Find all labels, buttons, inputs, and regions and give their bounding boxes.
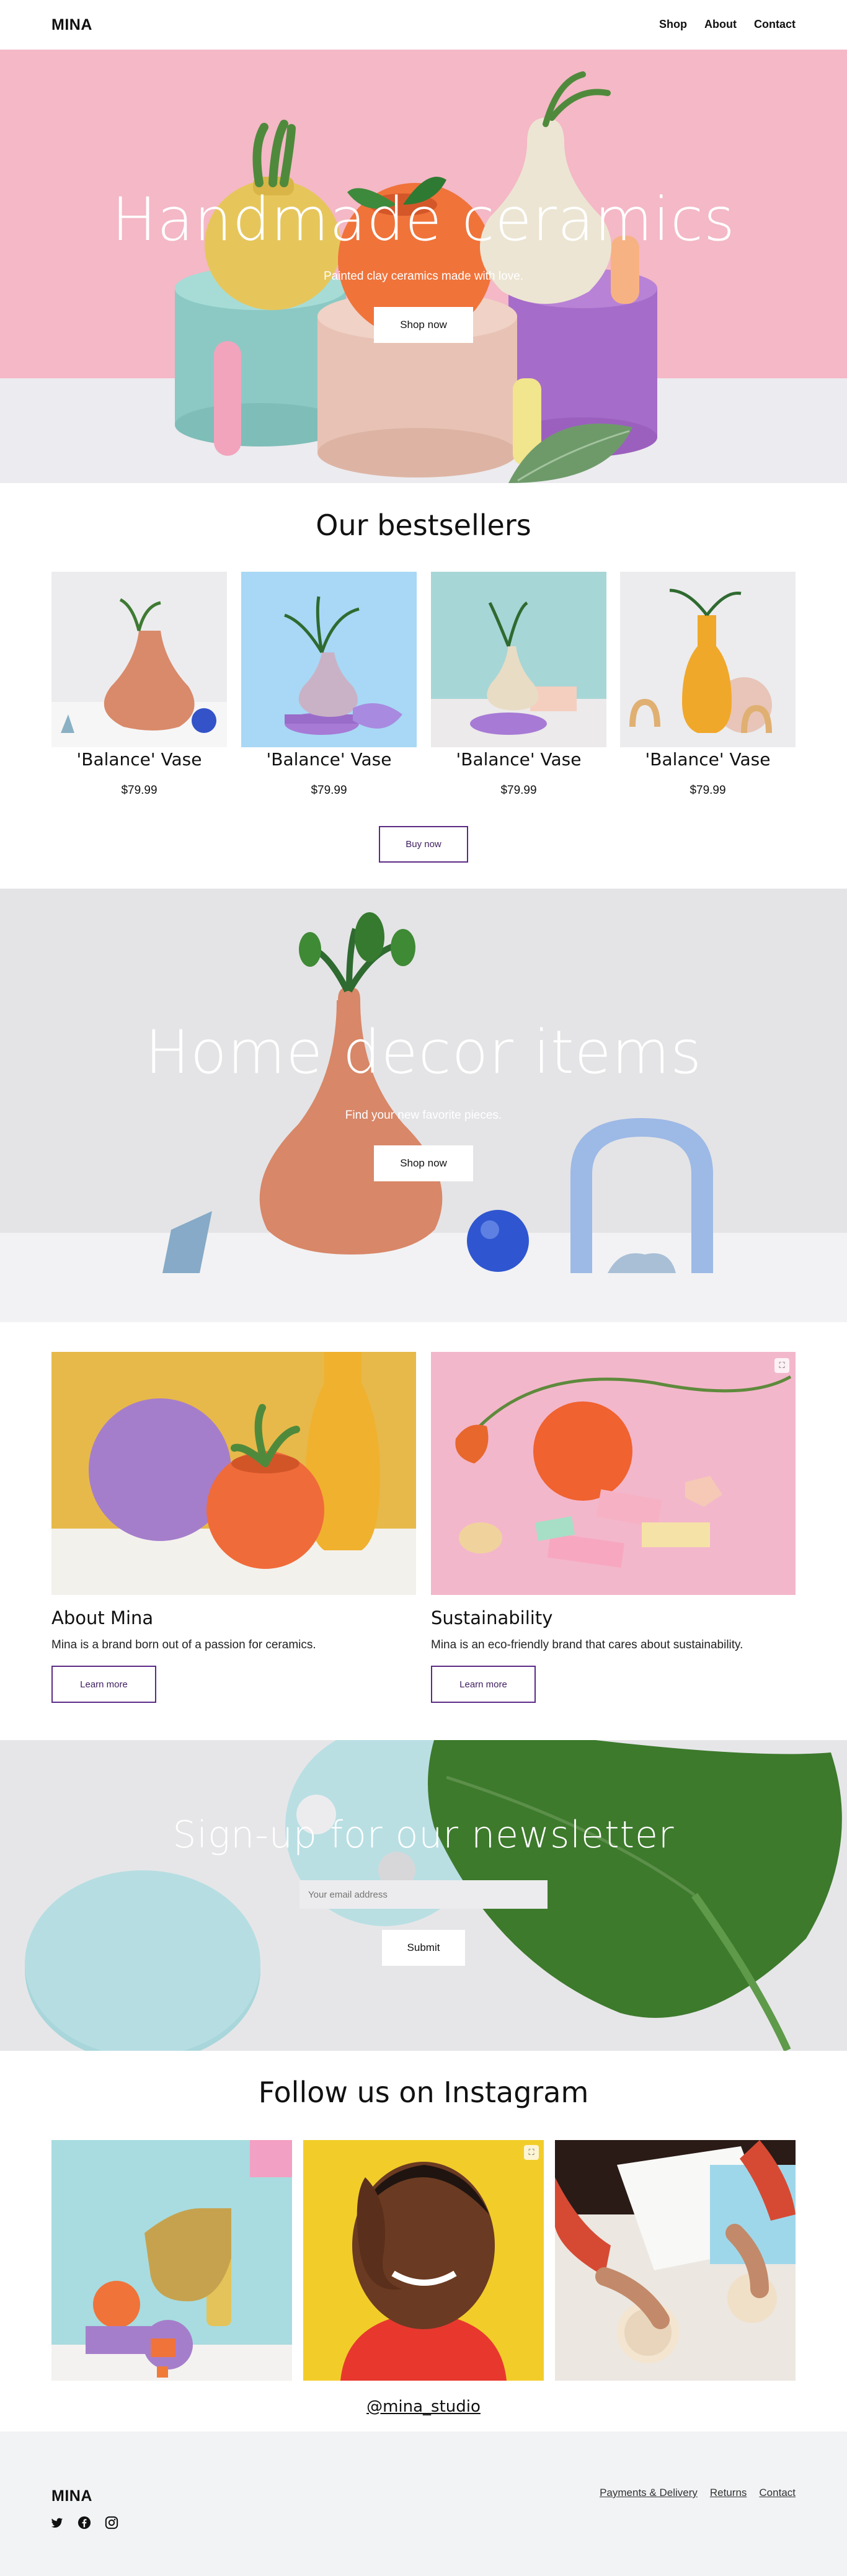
- footer-brand[interactable]: MINA: [51, 2487, 92, 2505]
- product-card[interactable]: 'Balance' Vase $79.99: [431, 572, 606, 797]
- site-footer: MINA Payments & Delivery Returns Contact: [0, 2432, 847, 2576]
- expand-icon[interactable]: ⛶: [774, 1358, 789, 1373]
- product-image[interactable]: [620, 572, 796, 747]
- about-text: Mina is a brand born out of a passion fo…: [51, 1638, 316, 1651]
- facebook-icon[interactable]: [78, 2516, 91, 2529]
- decor-image: [0, 912, 847, 1322]
- product-card[interactable]: 'Balance' Vase $79.99: [241, 572, 417, 797]
- main-nav: Shop About Contact: [659, 18, 796, 31]
- about-learn-more-button[interactable]: Learn more: [51, 1666, 156, 1703]
- product-name[interactable]: 'Balance' Vase: [241, 747, 417, 772]
- product-name[interactable]: 'Balance' Vase: [620, 747, 796, 772]
- product-card[interactable]: 'Balance' Vase $79.99: [620, 572, 796, 797]
- sustainability-image: ⛶: [431, 1352, 796, 1595]
- about-image: [51, 1352, 416, 1595]
- about-title: About Mina: [51, 1607, 154, 1628]
- product-price: $79.99: [690, 784, 726, 797]
- product-image[interactable]: [431, 572, 606, 747]
- footer-link-contact[interactable]: Contact: [759, 2487, 796, 2499]
- instagram-post[interactable]: ⛶: [303, 2140, 544, 2381]
- nav-shop[interactable]: Shop: [659, 18, 687, 31]
- twitter-icon[interactable]: [50, 2516, 64, 2529]
- product-name[interactable]: 'Balance' Vase: [431, 747, 606, 772]
- hero-title: Handmade ceramics: [112, 185, 735, 254]
- hero-subtitle: Painted clay ceramics made with love.: [323, 270, 524, 283]
- product-price: $79.99: [121, 784, 157, 797]
- instagram-handle-link[interactable]: @mina_studio: [0, 2397, 847, 2416]
- product-card[interactable]: 'Balance' Vase $79.99: [51, 572, 227, 797]
- decor-title: Home decor items: [144, 1018, 703, 1087]
- footer-link-returns[interactable]: Returns: [710, 2487, 747, 2499]
- product-price: $79.99: [311, 784, 347, 797]
- instagram-title: Follow us on Instagram: [258, 2076, 589, 2109]
- sustainability-learn-more-button[interactable]: Learn more: [431, 1666, 536, 1703]
- instagram-post[interactable]: [555, 2140, 796, 2381]
- instagram-post[interactable]: [51, 2140, 292, 2381]
- newsletter-title: Sign-up for our newsletter: [172, 1813, 675, 1857]
- buy-now-button[interactable]: Buy now: [379, 826, 468, 863]
- sustainability-title: Sustainability: [431, 1607, 553, 1628]
- site-header: MINA Shop About Contact: [0, 0, 847, 50]
- product-name[interactable]: 'Balance' Vase: [51, 747, 227, 772]
- decor-section: Home decor items Find your new favorite …: [0, 889, 847, 1322]
- instagram-icon[interactable]: [105, 2516, 118, 2529]
- footer-links: Payments & Delivery Returns Contact: [600, 2487, 796, 2499]
- product-price: $79.99: [500, 784, 537, 797]
- decor-subtitle: Find your new favorite pieces.: [345, 1109, 502, 1122]
- newsletter-section: Sign-up for our newsletter Submit: [0, 1740, 847, 2051]
- footer-link-payments[interactable]: Payments & Delivery: [600, 2487, 698, 2499]
- sustainability-text: Mina is an eco-friendly brand that cares…: [431, 1638, 743, 1651]
- nav-contact[interactable]: Contact: [754, 18, 796, 31]
- product-image[interactable]: [51, 572, 227, 747]
- newsletter-email-input[interactable]: [299, 1880, 548, 1909]
- hero-section: Handmade ceramics Painted clay ceramics …: [0, 50, 847, 483]
- product-image[interactable]: [241, 572, 417, 747]
- sustainability-card: ⛶ Sustainability Mina is an eco-friendly…: [431, 1352, 796, 1703]
- about-card: About Mina Mina is a brand born out of a…: [51, 1352, 416, 1703]
- decor-shop-button[interactable]: Shop now: [374, 1145, 473, 1181]
- nav-about[interactable]: About: [704, 18, 737, 31]
- expand-icon[interactable]: ⛶: [524, 2145, 539, 2160]
- brand-logo[interactable]: MINA: [51, 16, 92, 34]
- hero-shop-button[interactable]: Shop now: [374, 307, 473, 343]
- newsletter-submit-button[interactable]: Submit: [382, 1930, 465, 1966]
- hero-image: [0, 71, 847, 483]
- bestsellers-title: Our bestsellers: [316, 509, 531, 542]
